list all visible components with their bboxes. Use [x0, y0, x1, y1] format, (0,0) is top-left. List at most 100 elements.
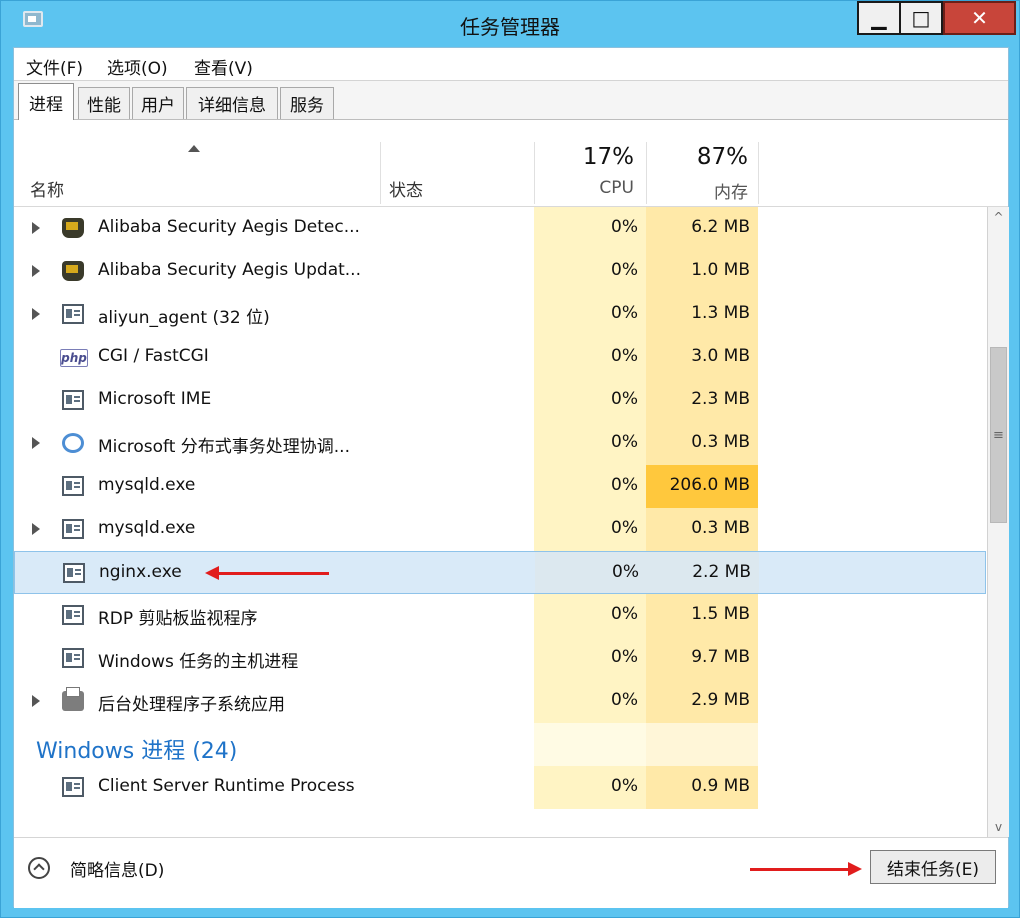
column-memory-percent[interactable]: 87% [646, 144, 748, 170]
close-button[interactable]: ✕ [943, 1, 1016, 35]
memory-cell: 1.5 MB [646, 594, 758, 637]
scroll-thumb[interactable]: ≡ [990, 347, 1007, 523]
printer-icon [62, 687, 84, 711]
expand-arrow-icon[interactable] [32, 523, 40, 535]
column-cpu[interactable]: CPU [534, 178, 634, 198]
memory-cell: 0.3 MB [646, 422, 758, 465]
memory-cell: 1.3 MB [646, 293, 758, 336]
title-bar[interactable]: 任务管理器 ▁ □ ✕ [1, 1, 1019, 47]
cpu-cell: 0% [534, 594, 646, 637]
memory-value: 1.3 MB [691, 303, 750, 323]
memory-cell: 206.0 MB [646, 465, 758, 508]
cpu-cell: 0% [534, 637, 646, 680]
process-row[interactable]: 0% 1.3 MB aliyun_agent (32 位) [14, 293, 986, 336]
process-name: Alibaba Security Aegis Detec... [98, 217, 360, 237]
process-row[interactable]: 0% 9.7 MB Windows 任务的主机进程 [14, 637, 986, 680]
column-status[interactable]: 状态 [389, 176, 423, 201]
cpu-cell: 0% [534, 336, 646, 379]
expand-arrow-icon[interactable] [32, 695, 40, 707]
minimize-button[interactable]: ▁ [857, 1, 899, 35]
memory-value: 2.9 MB [691, 690, 750, 710]
process-row[interactable]: 0% 2.2 MB nginx.exe [14, 551, 986, 594]
fewer-details-link[interactable]: 简略信息(D) [70, 856, 164, 881]
column-header: 名称 状态 17% CPU 87% 内存 [14, 120, 1008, 207]
task-manager-window: 任务管理器 ▁ □ ✕ 文件(F) 选项(O) 查看(V) 进程 性能 用户 详… [0, 0, 1020, 918]
collapse-circle-icon[interactable] [28, 857, 50, 879]
process-name: mysqld.exe [98, 518, 196, 538]
process-row[interactable]: 0% 2.3 MB Microsoft IME [14, 379, 986, 422]
app-window-icon [62, 304, 84, 324]
cpu-cell [534, 723, 646, 766]
memory-cell: 0.3 MB [646, 508, 758, 551]
cpu-value: 0% [611, 389, 638, 409]
process-row[interactable]: 0% 0.3 MB Microsoft 分布式事务处理协调... [14, 422, 986, 465]
group-header-row[interactable]: Windows 进程 (24) [14, 723, 986, 766]
expand-arrow-icon[interactable] [32, 265, 40, 277]
menu-bar: 文件(F) 选项(O) 查看(V) [14, 48, 1008, 81]
scroll-up-button[interactable]: ^ [988, 207, 1009, 227]
memory-value: 206.0 MB [669, 475, 750, 495]
end-task-button[interactable]: 结束任务(E) [870, 850, 996, 884]
memory-value: 6.2 MB [691, 217, 750, 237]
tab-users[interactable]: 用户 [132, 87, 184, 119]
tab-processes[interactable]: 进程 [18, 83, 74, 120]
memory-cell: 2.3 MB [646, 379, 758, 422]
cpu-value: 0% [611, 475, 638, 495]
process-row[interactable]: 0% 3.0 MB php CGI / FastCGI [14, 336, 986, 379]
menu-view[interactable]: 查看(V) [194, 54, 253, 79]
maximize-button[interactable]: □ [899, 1, 943, 35]
expand-arrow-icon[interactable] [32, 308, 40, 320]
process-name: Windows 任务的主机进程 [98, 652, 299, 672]
cpu-value: 0% [611, 432, 638, 452]
memory-cell: 3.0 MB [646, 336, 758, 379]
process-row[interactable]: 0% 6.2 MB Alibaba Security Aegis Detec... [14, 207, 986, 250]
shield-icon [62, 261, 84, 281]
app-window-icon [62, 648, 84, 668]
cpu-value: 0% [611, 303, 638, 323]
memory-cell: 0.9 MB [646, 766, 758, 809]
app-window-icon [62, 390, 84, 410]
memory-value: 1.0 MB [691, 260, 750, 280]
annotation-arrow-right [750, 862, 862, 876]
menu-file[interactable]: 文件(F) [26, 54, 83, 79]
cpu-value: 0% [611, 604, 638, 624]
process-row[interactable]: 0% 0.3 MB mysqld.exe [14, 508, 986, 551]
memory-cell: 2.9 MB [646, 680, 758, 723]
expand-arrow-icon[interactable] [32, 222, 40, 234]
tab-performance[interactable]: 性能 [78, 87, 130, 119]
app-window-icon [62, 476, 84, 496]
cpu-value: 0% [611, 518, 638, 538]
column-divider[interactable] [758, 142, 759, 204]
tab-strip: 进程 性能 用户 详细信息 服务 [14, 81, 1008, 120]
process-row[interactable]: 0% 2.9 MB 后台处理程序子系统应用 [14, 680, 986, 723]
sort-ascending-icon [188, 145, 200, 152]
cpu-cell: 0% [534, 207, 646, 250]
process-row[interactable]: 0% 206.0 MB mysqld.exe [14, 465, 986, 508]
vertical-scrollbar[interactable]: ^ ≡ v [987, 207, 1009, 837]
cpu-cell: 0% [534, 422, 646, 465]
memory-cell: 6.2 MB [646, 207, 758, 250]
tab-services[interactable]: 服务 [280, 87, 334, 119]
memory-value: 9.7 MB [691, 647, 750, 667]
process-list: 0% 6.2 MB Alibaba Security Aegis Detec... 0… [14, 207, 986, 837]
column-cpu-percent[interactable]: 17% [534, 144, 634, 170]
process-row[interactable]: 0% 1.5 MB RDP 剪贴板监视程序 [14, 594, 986, 637]
memory-value: 1.5 MB [691, 604, 750, 624]
expand-arrow-icon[interactable] [32, 437, 40, 449]
process-name: Microsoft 分布式事务处理协调... [98, 437, 350, 457]
client-area: 文件(F) 选项(O) 查看(V) 进程 性能 用户 详细信息 服务 名称 状态… [13, 47, 1009, 908]
process-name: mysqld.exe [98, 475, 196, 495]
tab-details[interactable]: 详细信息 [186, 87, 278, 119]
process-row[interactable]: 0% 0.9 MB Client Server Runtime Process [14, 766, 986, 809]
menu-options[interactable]: 选项(O) [107, 54, 168, 79]
group-header-windows-processes: Windows 进程 (24) [36, 739, 238, 764]
column-memory[interactable]: 内存 [646, 178, 748, 203]
process-name: 后台处理程序子系统应用 [98, 695, 285, 715]
column-divider[interactable] [380, 142, 381, 204]
cpu-cell: 0% [535, 552, 647, 593]
app-window-icon [63, 563, 85, 583]
process-name: RDP 剪贴板监视程序 [98, 609, 258, 629]
column-name[interactable]: 名称 [30, 176, 64, 201]
process-row[interactable]: 0% 1.0 MB Alibaba Security Aegis Updat... [14, 250, 986, 293]
scroll-down-button[interactable]: v [988, 817, 1009, 837]
